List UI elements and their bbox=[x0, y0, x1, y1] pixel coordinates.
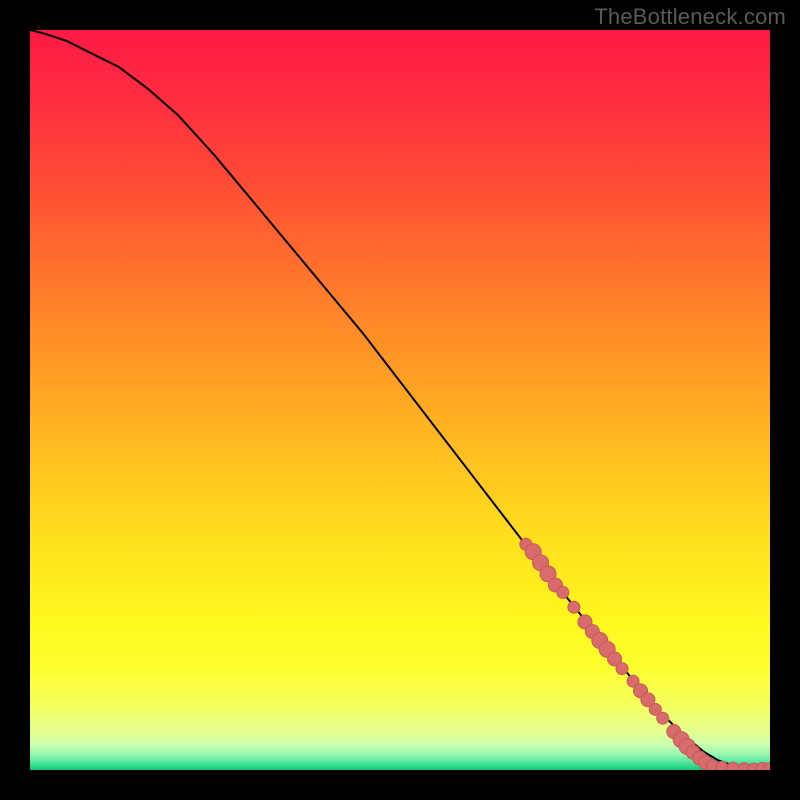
curve-line bbox=[30, 30, 770, 770]
data-point bbox=[557, 586, 569, 598]
data-point bbox=[616, 663, 628, 675]
plot-overlay bbox=[30, 30, 770, 770]
data-points-group bbox=[520, 538, 770, 770]
plot-area bbox=[30, 30, 770, 770]
data-point bbox=[657, 712, 669, 724]
data-point bbox=[716, 761, 728, 770]
chart-container: TheBottleneck.com bbox=[0, 0, 800, 800]
data-point bbox=[727, 762, 739, 770]
watermark-text: TheBottleneck.com bbox=[594, 4, 786, 30]
data-point bbox=[568, 601, 580, 613]
